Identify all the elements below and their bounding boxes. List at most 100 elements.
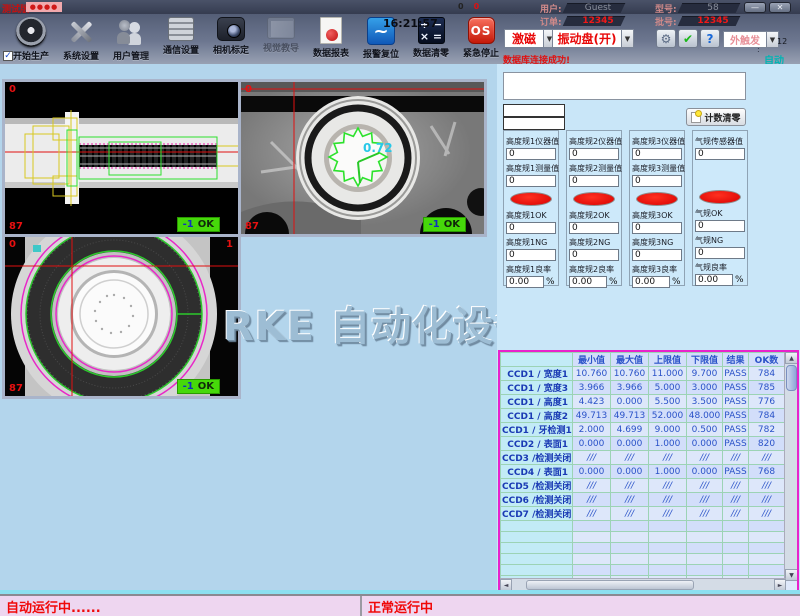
- gauge-field-label: 气规NG: [695, 235, 745, 246]
- toolbar-item-camera-calibration[interactable]: 相机标定: [206, 17, 256, 63]
- table-row[interactable]: CCD1 / 高度249.71349.71352.00048.000PASS78…: [501, 409, 785, 423]
- gauge-yield-value[interactable]: 0.00: [569, 276, 607, 288]
- value-cell: ///: [687, 479, 723, 493]
- camera-3-frame-count: 87: [9, 383, 23, 394]
- toolbar-item-communication-settings[interactable]: 通信设置: [156, 17, 206, 63]
- vibration-plate-combo[interactable]: 振动盘(开) ▼: [552, 29, 634, 48]
- value-box-2[interactable]: [503, 117, 565, 130]
- empty-cell: [611, 565, 649, 576]
- gauge-field-value[interactable]: 0: [569, 148, 619, 160]
- gauge-field-value[interactable]: 0: [695, 148, 745, 160]
- scroll-up-icon[interactable]: ▲: [785, 352, 798, 364]
- value-cell: ///: [649, 451, 687, 465]
- vscroll-thumb[interactable]: [786, 365, 797, 391]
- gauge-field-value[interactable]: 0: [569, 222, 619, 234]
- minimize-button[interactable]: —: [744, 2, 766, 13]
- toolbar-item-data-report[interactable]: 数据报表: [306, 17, 356, 63]
- gauge-field-label: 高度规3仪器值: [632, 136, 682, 147]
- toolbar-item-emergency-stop[interactable]: OS紧急停止: [456, 17, 506, 63]
- value-cell: 9.700: [687, 367, 723, 381]
- gauge-yield-label: 高度规1良率: [506, 264, 556, 275]
- toolbar-item-label: 开始生产: [13, 49, 49, 62]
- table-header-cell: 下限值: [687, 353, 723, 367]
- gauge-field-value[interactable]: 0: [569, 175, 619, 187]
- table-row[interactable]: CCD1 / 宽度33.9663.9665.0003.000PASS785: [501, 381, 785, 395]
- gauge-field-value[interactable]: 0: [632, 249, 682, 261]
- gauge-field-value[interactable]: 0: [632, 175, 682, 187]
- value-cell: ///: [573, 507, 611, 521]
- value-cell: ///: [749, 451, 785, 465]
- toolbar-item-start-production[interactable]: 开始生产: [6, 17, 56, 63]
- value-cell: 785: [749, 381, 785, 395]
- clock: 16:21:57: [383, 17, 438, 30]
- gauge-yield-value[interactable]: 0.00: [695, 274, 733, 286]
- value-cell: 48.000: [687, 409, 723, 423]
- value-box-1[interactable]: [503, 104, 565, 117]
- confirm-button[interactable]: ✔: [678, 29, 698, 48]
- value-cell: 0.000: [573, 437, 611, 451]
- empty-cell: [723, 532, 749, 543]
- toolbar-item-user-management[interactable]: 用户管理: [106, 17, 156, 63]
- gauge-yield-value[interactable]: 0.00: [506, 276, 544, 288]
- gauge-field-value[interactable]: 0: [632, 222, 682, 234]
- toolbar-item-vision-teaching[interactable]: 视觉教导: [256, 17, 306, 63]
- value-cell: 0.000: [687, 437, 723, 451]
- table-row[interactable]: CCD1 / 牙检测12.0004.6999.0000.500PASS782: [501, 423, 785, 437]
- toolbar-checkbox[interactable]: ✓: [3, 51, 13, 61]
- gauge-field-value[interactable]: 0: [506, 175, 556, 187]
- hscroll-thumb[interactable]: [526, 580, 694, 590]
- table-row[interactable]: CCD4 / 表面10.0000.0001.0000.000PASS768: [501, 465, 785, 479]
- gauge-field-value[interactable]: 0: [506, 148, 556, 160]
- gauge-field-value[interactable]: 0: [695, 247, 745, 259]
- gauge-yield-row: 0.00%: [506, 276, 556, 288]
- table-vertical-scrollbar[interactable]: ▲ ▼: [784, 352, 797, 581]
- gauge-indicator-wrap: [506, 190, 556, 207]
- table-header-cell: 最大值: [611, 353, 649, 367]
- camera-view-2[interactable]: 0.72 0 87 -1OK: [238, 79, 487, 237]
- gauge-field-value[interactable]: 0: [506, 249, 556, 261]
- value-cell: ///: [573, 479, 611, 493]
- toolbar-item-system-settings[interactable]: 系统设置: [56, 17, 106, 63]
- data-report-icon: [320, 17, 342, 44]
- value-cell: ///: [723, 507, 749, 521]
- message-box[interactable]: [503, 72, 746, 100]
- gauge-field-value[interactable]: 0: [632, 148, 682, 160]
- table-row[interactable]: CCD1 / 宽度110.76010.76011.0009.700PASS784: [501, 367, 785, 381]
- table-row[interactable]: CCD7 /检测关闭//////////////////: [501, 507, 785, 521]
- value-cell: 1.000: [649, 437, 687, 451]
- settings-gear-button[interactable]: ⚙: [656, 29, 676, 48]
- count-clear-button[interactable]: 计数清零: [686, 108, 746, 126]
- gauge-field-value[interactable]: 0: [695, 220, 745, 232]
- value-cell: ///: [611, 507, 649, 521]
- value-cell: 3.966: [573, 381, 611, 395]
- table-row[interactable]: CCD3 /检测关闭//////////////////: [501, 451, 785, 465]
- emergency-count-right: 0: [474, 2, 480, 11]
- value-cell: 3.500: [687, 395, 723, 409]
- gauge-field-value[interactable]: 0: [506, 222, 556, 234]
- close-button[interactable]: ✕: [769, 2, 791, 13]
- vibration-plate-dropdown-icon[interactable]: ▼: [622, 29, 634, 48]
- scroll-down-icon[interactable]: ▼: [785, 569, 798, 581]
- toolbar-item-label: 报警复位: [363, 47, 399, 60]
- row-label-cell: CCD1 / 高度1: [501, 395, 573, 409]
- empty-cell: [611, 543, 649, 554]
- table-row[interactable]: CCD2 / 表面10.0000.0001.0000.000PASS820: [501, 437, 785, 451]
- gauge-yield-unit: %: [735, 275, 744, 285]
- empty-cell: [501, 532, 573, 543]
- camera-view-3[interactable]: 0 1 87 -1OK: [2, 234, 241, 399]
- gauge-field-value[interactable]: 0: [569, 249, 619, 261]
- empty-cell: [573, 521, 611, 532]
- help-button[interactable]: ?: [700, 29, 720, 48]
- table-row[interactable]: CCD1 / 高度14.4230.0005.5003.500PASS776: [501, 395, 785, 409]
- camera-view-1[interactable]: 0 87 -1OK: [2, 79, 241, 237]
- empty-cell: [723, 543, 749, 554]
- value-cell: 3.000: [687, 381, 723, 395]
- external-trigger-combo[interactable]: 外触发 ▼: [723, 31, 779, 48]
- table-row[interactable]: CCD5 /检测关闭//////////////////: [501, 479, 785, 493]
- status-left: 自动运行中......: [0, 596, 362, 616]
- empty-cell: [723, 521, 749, 532]
- magnetize-combo[interactable]: 激磁 ▼: [504, 29, 556, 48]
- table-row[interactable]: CCD6 /检测关闭//////////////////: [501, 493, 785, 507]
- value-cell: ///: [649, 507, 687, 521]
- gauge-yield-value[interactable]: 0.00: [632, 276, 670, 288]
